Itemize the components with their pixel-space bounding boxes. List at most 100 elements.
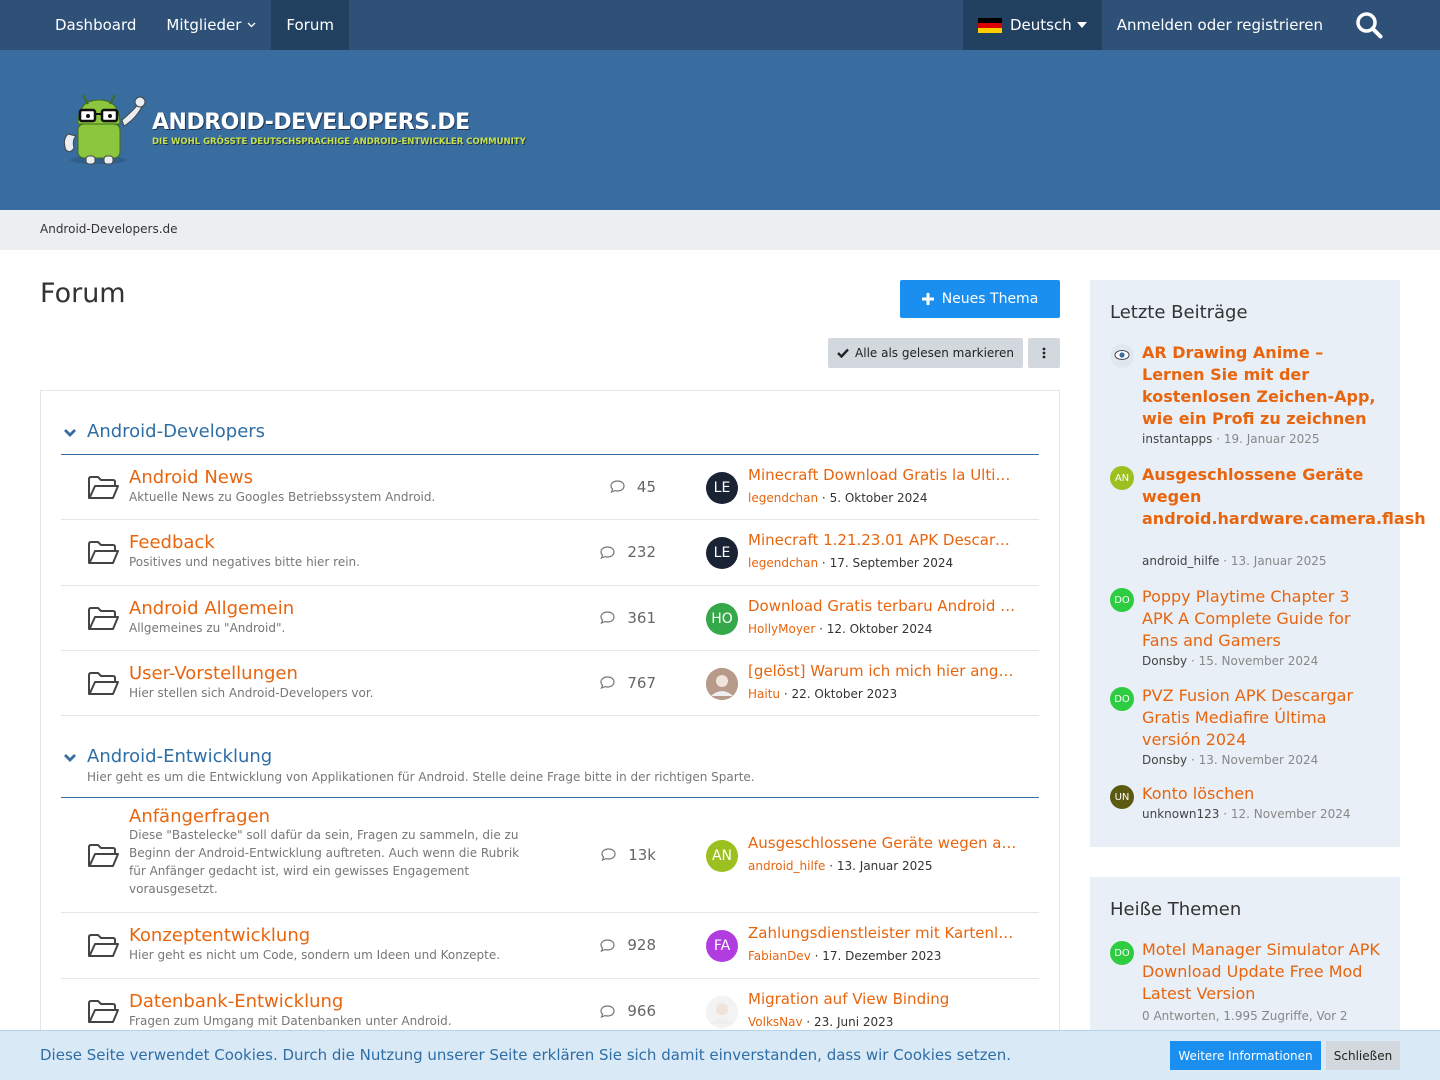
category-title[interactable]: Android-Entwicklung [87,746,272,767]
category-header: Android-Developers [61,421,1039,455]
last-post-title[interactable]: Minecraft Download Gratis la Ultima Vers… [748,466,1018,484]
author-initials: DO [1114,947,1130,959]
author-avatar[interactable]: DO [1110,941,1134,965]
nav-forum[interactable]: Forum [271,0,349,50]
board-description: Aktuelle News zu Googles Betriebssystem … [129,489,436,504]
board-row: Android News Aktuelle News zu Googles Bet… [61,455,1039,520]
last-poster-avatar[interactable]: AN [706,839,738,872]
chevron-down-icon[interactable] [63,753,77,763]
board-row: Android Allgemein Allgemeines zu "Android… [61,586,1039,651]
recent-post-title[interactable]: Konto löschen [1142,783,1382,805]
folder-icon [87,933,119,959]
speech-bubble-icon [610,480,631,493]
mark-all-read-label: Alle als gelesen markieren [855,346,1014,360]
last-post-date: 22. Oktober 2023 [791,686,898,701]
recent-post-user[interactable]: Donsby [1142,753,1187,767]
user-menu: Deutsch Anmelden oder registrieren [963,0,1400,50]
board-title[interactable]: User-Vorstellungen [129,663,298,684]
last-poster-avatar[interactable]: LE [706,471,738,504]
last-post-meta: legendchan · 5. Oktober 2024 [748,490,928,505]
speech-bubble-icon [600,545,621,559]
board-title[interactable]: Konzeptentwicklung [129,925,310,946]
speech-bubble-icon [601,848,622,861]
last-poster-avatar[interactable]: HO [706,602,738,635]
board-description: Positives und negatives bitte hier rein. [129,555,360,569]
last-poster-avatar[interactable] [706,996,738,1028]
last-post-user[interactable]: legendchan [748,491,818,505]
thread-count: 928 [591,936,656,954]
last-post-meta: Haitu · 22. Oktober 2023 [748,686,898,701]
recent-post-meta: Donsby · 13. November 2024 [1142,753,1319,767]
breadcrumb-bar: Android-Developers.de [0,210,1440,250]
cookie-text: Diese Seite verwendet Cookies. Durch die… [40,1046,1011,1064]
board-title[interactable]: Anfängerfragen [129,806,270,827]
board-title[interactable]: Android News [129,467,253,488]
avatar-initials: AN [711,847,733,864]
speech-bubble-icon [600,938,621,952]
nav-members[interactable]: Mitglieder [151,0,271,50]
thread-count: 966 [591,1002,656,1020]
last-post-title[interactable]: [gelöst] Warum ich mich hier angemeldet … [748,662,1018,680]
author-avatar[interactable]: AN [1110,466,1134,490]
recent-post-title[interactable]: AR Drawing Anime – Lernen Sie mit der ko… [1142,342,1382,430]
last-post-title[interactable]: Zahlungsdienstleister mit Kartenlesegerä… [748,924,1018,942]
chevron-down-icon[interactable] [63,428,77,438]
login-link[interactable]: Anmelden oder registrieren [1102,0,1338,50]
board-list: Android-Developers Android News Aktuelle … [40,390,1060,1080]
last-post-user[interactable]: legendchan [748,556,818,570]
chevron-down-icon [247,22,256,28]
last-poster-avatar[interactable]: LE [706,537,738,569]
logo-subtitle: Die wohl größte deutschsprachige Android… [152,136,526,147]
speech-bubble-icon [600,676,621,689]
more-info-button[interactable]: Weitere Informationen [1170,1041,1321,1070]
thread-count-value: 232 [627,543,656,561]
last-post-user[interactable]: Haitu [748,687,780,701]
last-post-user[interactable]: FabianDev [748,949,811,963]
thread-count-value: 966 [627,1002,656,1020]
category-title[interactable]: Android-Developers [87,421,265,442]
nav-dashboard[interactable]: Dashboard [40,0,151,50]
recent-post-date: 12. November 2024 [1230,807,1351,821]
last-poster-avatar[interactable]: FA [706,930,738,962]
language-label: Deutsch [1010,16,1072,34]
last-post-title[interactable]: Download Gratis terbaru Android APK [748,597,1018,615]
thread-count-value: 361 [627,608,656,627]
recent-post-title[interactable]: PVZ Fusion APK Descargar Gratis Mediafir… [1142,685,1382,751]
thread-count: 361 [591,609,656,627]
recent-post-meta: instantapps · 19. Januar 2025 [1142,432,1320,446]
last-post-title[interactable]: Minecraft 1.21.23.01 APK Descargar Grati… [748,531,1018,549]
author-avatar[interactable]: UN [1110,785,1134,809]
last-post-user[interactable]: android_hilfe [748,859,825,873]
thread-count-value: 13k [628,845,656,864]
board-title[interactable]: Feedback [129,532,215,553]
board-row: Konzeptentwicklung Hier geht es nicht um … [61,913,1039,979]
recent-post-user[interactable]: unknown123 [1142,807,1219,821]
board-title[interactable]: Android Allgemein [129,598,294,619]
last-post-title[interactable]: Migration auf View Binding [748,990,1018,1008]
last-post-user[interactable]: VolksNav [748,1015,803,1029]
more-options-button[interactable] [1028,338,1060,368]
mark-all-read-button[interactable]: Alle als gelesen markieren [828,338,1023,368]
last-post-title[interactable]: Ausgeschlossene Geräte wegen android.har… [748,834,1018,852]
hot-topic-title[interactable]: Motel Manager Simulator APK Download Upd… [1142,939,1382,1005]
new-thread-button[interactable]: Neues Thema [900,280,1060,318]
last-post-user[interactable]: HollyMoyer [748,622,815,636]
search-button[interactable] [1338,0,1400,50]
recent-post-user[interactable]: instantapps [1142,432,1212,446]
author-avatar[interactable]: DO [1110,687,1134,711]
author-avatar[interactable] [1110,344,1134,368]
recent-post-title[interactable]: Poppy Playtime Chapter 3 APK A Complete … [1142,586,1382,652]
language-selector[interactable]: Deutsch [963,0,1102,50]
breadcrumb-home[interactable]: Android-Developers.de [40,222,178,236]
caret-down-icon [1076,22,1087,28]
recent-posts-box: Letzte Beiträge AR Drawing Anime – Lerne… [1090,280,1426,847]
site-logo[interactable]: ANDROID-DEVELOPERS.DE Die wohl größte de… [60,90,526,166]
recent-post-title[interactable]: Ausgeschlossene Geräte wegen android.har… [1142,464,1426,530]
author-avatar[interactable]: DO [1110,588,1134,612]
board-title[interactable]: Datenbank-Entwicklung [129,991,343,1012]
recent-post-user[interactable]: android_hilfe [1142,554,1219,568]
recent-post-user[interactable]: Donsby [1142,654,1187,668]
close-cookie-button[interactable]: Schließen [1326,1041,1400,1070]
last-poster-avatar[interactable] [706,667,738,700]
speech-bubble-icon [600,1004,621,1018]
